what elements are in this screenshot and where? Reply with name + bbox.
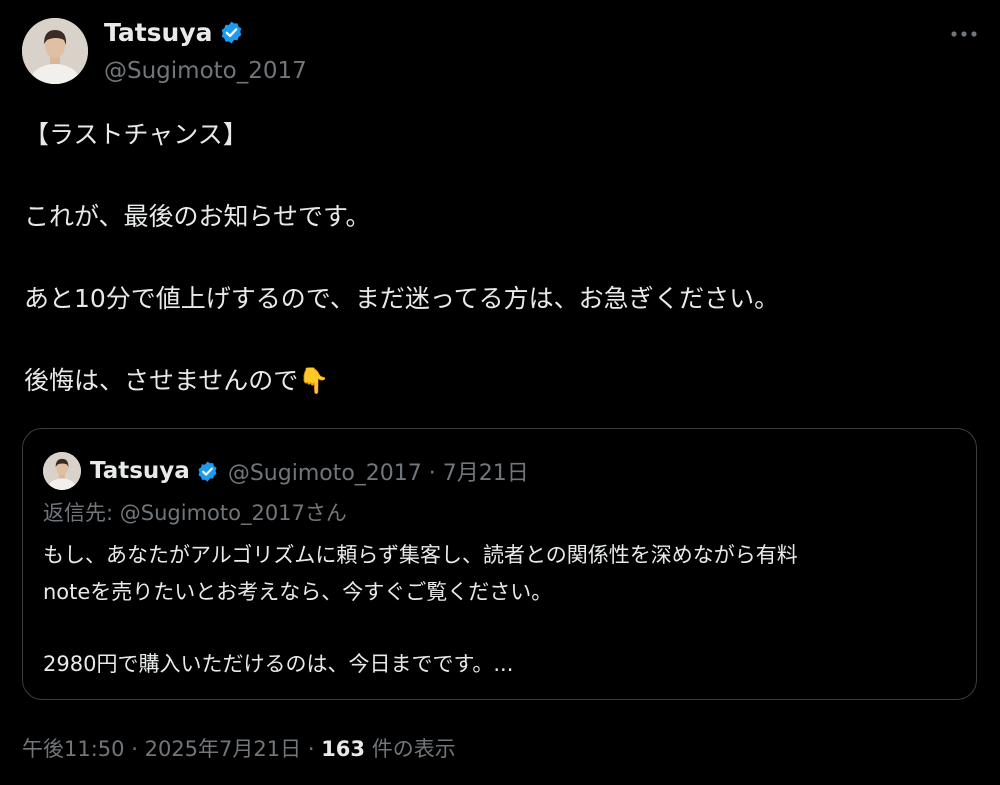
quote-author-name: Tatsuya [90, 458, 190, 484]
author-avatar[interactable] [22, 18, 88, 84]
quoted-tweet[interactable]: Tatsuya @Sugimoto_2017 · 7月21日 返信先: @Sug… [22, 428, 977, 700]
post-time[interactable]: 午後11:50 [22, 737, 125, 761]
tweet-text: 【ラストチャンス】 これが、最後のお知らせです。 あと10分で値上げするので、ま… [24, 116, 974, 400]
pointing-down-emoji-icon: 👇 [298, 366, 330, 395]
views-count: 163 [321, 737, 366, 761]
tweet-header: Tatsuya @Sugimoto_2017 [22, 18, 982, 88]
author-handle[interactable]: @Sugimoto_2017 [104, 58, 307, 84]
quote-date: 7月21日 [442, 461, 529, 486]
meta-separator: · [428, 461, 436, 486]
post-date[interactable]: 2025年7月21日 [145, 737, 302, 761]
tweet-line: 後悔は、させませんので👇 [24, 366, 330, 395]
reply-to: 返信先: @Sugimoto_2017さん [43, 501, 347, 525]
tweet-line: 【ラストチャンス】 [24, 120, 248, 149]
quote-body: もし、あなたがアルゴリズムに頼らず集客し、読者との関係性を深めながら有料 not… [43, 537, 963, 683]
tweet-footer: 午後11:50 · 2025年7月21日 · 163 件の表示 [22, 733, 456, 763]
meta-separator: · [307, 737, 315, 761]
quote-line: noteを売りたいとお考えなら、今すぐご覧ください。 [43, 580, 553, 604]
quote-author-handle: @Sugimoto_2017 [227, 461, 422, 486]
more-dots-icon[interactable] [946, 22, 982, 46]
author-name[interactable]: Tatsuya [104, 18, 213, 47]
verified-badge-icon [221, 21, 241, 44]
quote-line: 2980円で購入いただけるのは、今日までです。... [43, 652, 514, 676]
verified-badge-icon [198, 460, 217, 482]
quote-author-avatar [43, 452, 81, 490]
tweet-line: あと10分で値上げするので、まだ迷ってる方は、お急ぎください。 [24, 284, 780, 313]
tweet-line: これが、最後のお知らせです。 [24, 202, 371, 231]
meta-separator: · [131, 737, 138, 761]
quote-line: もし、あなたがアルゴリズムに頼らず集客し、読者との関係性を深めながら有料 [43, 543, 798, 567]
reply-to-handle[interactable]: @Sugimoto_2017さん [120, 501, 347, 525]
views-label: 件の表示 [371, 737, 456, 761]
